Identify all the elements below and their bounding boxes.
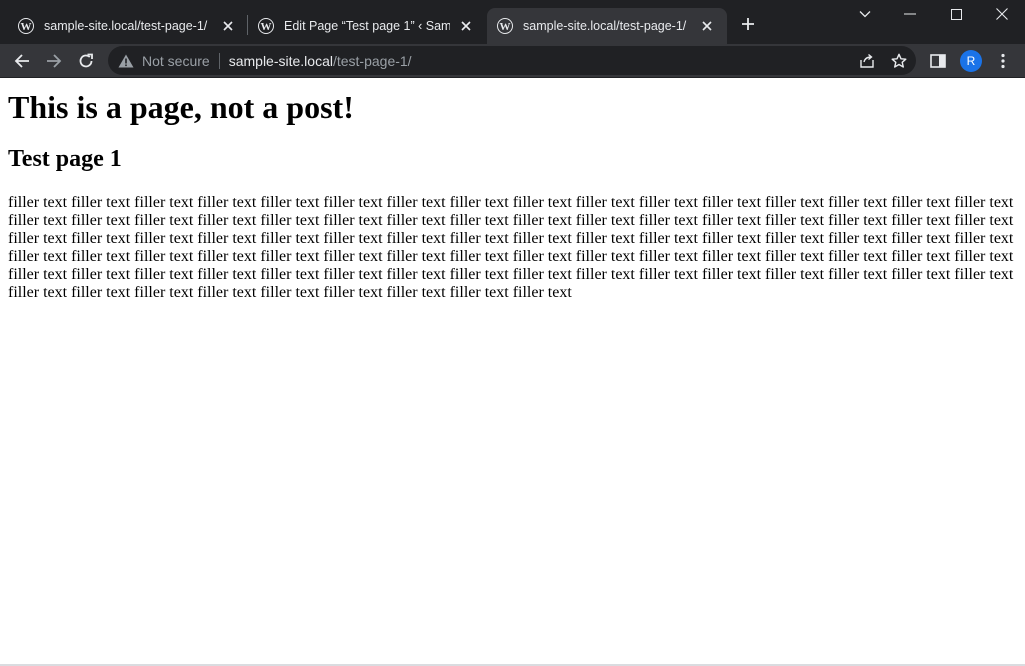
- svg-text:W: W: [261, 21, 272, 33]
- tab-title: sample-site.local/test-page-1/: [523, 19, 687, 33]
- arrow-left-icon: [14, 54, 29, 68]
- browser-tab-2[interactable]: W Edit Page “Test page 1” ‹ Sample Site …: [248, 8, 486, 44]
- back-button[interactable]: [12, 51, 32, 71]
- browser-toolbar: Not secure sample-site.local/test-page-1…: [0, 44, 1025, 78]
- page-title: Test page 1: [8, 146, 122, 173]
- security-label[interactable]: Not secure: [142, 53, 210, 69]
- reload-button[interactable]: [76, 51, 96, 71]
- wordpress-icon: W: [18, 18, 34, 34]
- warning-icon[interactable]: [118, 53, 134, 69]
- tab-title: sample-site.local/test-page-1/: [44, 19, 208, 33]
- more-vertical-icon: [1001, 53, 1005, 69]
- menu-button[interactable]: [993, 51, 1013, 71]
- url-text[interactable]: sample-site.local/test-page-1/: [229, 53, 412, 69]
- omnibox-divider: [218, 52, 220, 69]
- close-window-button[interactable]: [979, 0, 1025, 28]
- close-tab-icon[interactable]: [458, 18, 474, 34]
- page-heading: This is a page, not a post!: [8, 89, 354, 125]
- url-host: sample-site.local: [228, 52, 333, 69]
- address-bar[interactable]: Not secure sample-site.local/test-page-1…: [108, 46, 916, 75]
- side-panel-icon: [930, 54, 946, 68]
- tab-title: Edit Page “Test page 1” ‹ Sample Site — …: [284, 19, 450, 33]
- maximize-button[interactable]: [933, 0, 979, 28]
- new-tab-button[interactable]: [739, 15, 757, 33]
- maximize-icon: [950, 8, 962, 20]
- browser-tab-3-active[interactable]: W sample-site.local/test-page-1/: [487, 8, 727, 44]
- close-icon: [996, 8, 1008, 20]
- reload-icon: [79, 53, 93, 68]
- wordpress-icon: W: [497, 18, 513, 34]
- wordpress-icon: W: [258, 18, 274, 34]
- chevron-down-icon: [859, 11, 871, 18]
- svg-text:W: W: [500, 21, 511, 33]
- page-content: This is a page, not a post! Test page 1 …: [0, 78, 1025, 664]
- tab-strip: W sample-site.local/test-page-1/ W Edit …: [0, 0, 1025, 44]
- bookmark-star-icon[interactable]: [890, 52, 908, 70]
- side-panel-button[interactable]: [928, 51, 948, 71]
- close-tab-icon[interactable]: [220, 18, 236, 34]
- arrow-right-icon: [47, 54, 62, 68]
- plus-icon: [742, 18, 754, 30]
- minimize-icon: [904, 13, 916, 15]
- close-tab-icon[interactable]: [699, 18, 715, 34]
- browser-tab-1[interactable]: W sample-site.local/test-page-1/: [8, 8, 248, 44]
- tab-search-button[interactable]: [842, 0, 888, 28]
- minimize-button[interactable]: [887, 0, 933, 28]
- forward-button[interactable]: [44, 51, 64, 71]
- share-icon[interactable]: [858, 52, 876, 70]
- svg-text:W: W: [21, 21, 32, 33]
- url-path: /test-page-1/: [332, 52, 412, 69]
- profile-avatar[interactable]: R: [960, 50, 982, 72]
- body-paragraph: filler text filler text filler text fill…: [8, 194, 1014, 302]
